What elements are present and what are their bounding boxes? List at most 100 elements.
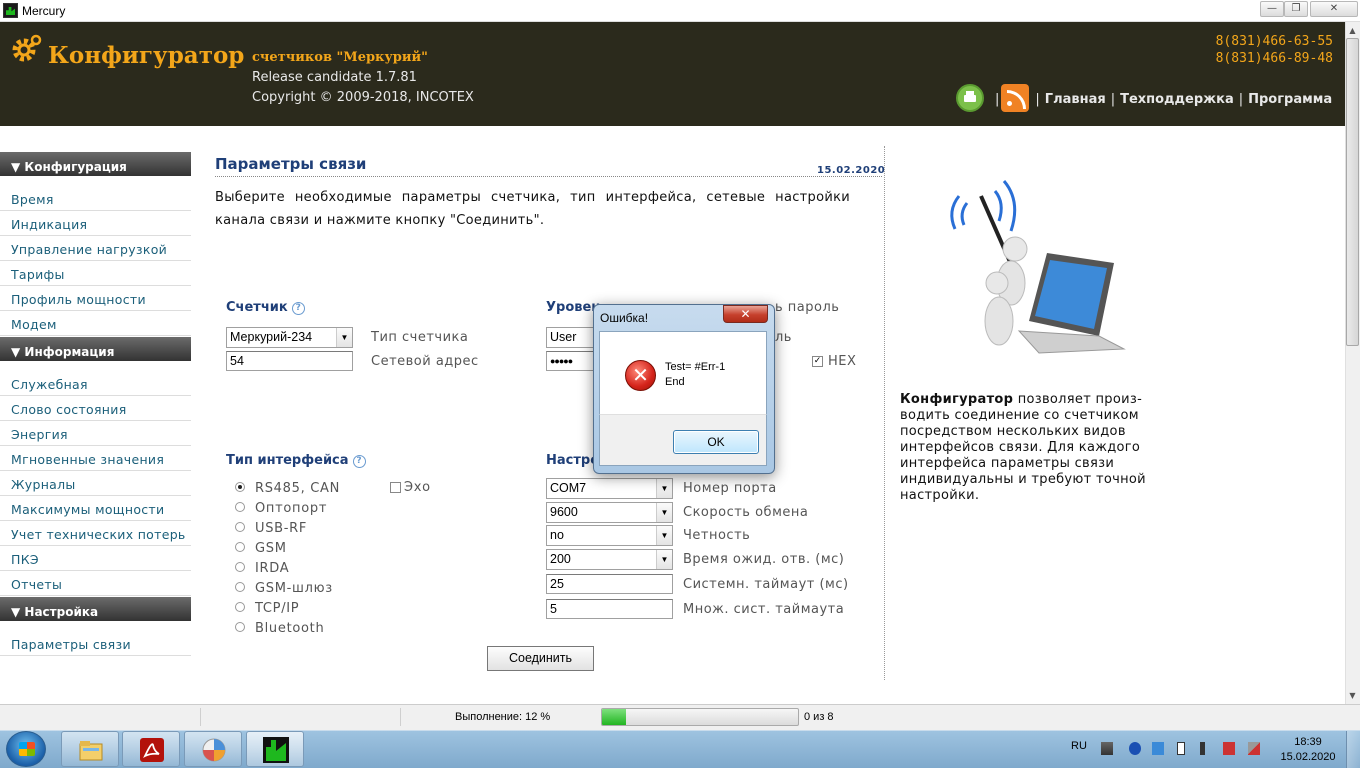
nav-link-program[interactable]: Программа [1248,92,1332,107]
volume-icon[interactable] [1200,742,1212,755]
sidebar-item-modem[interactable]: Модем [0,311,191,336]
nav-link-main[interactable]: Главная [1045,92,1106,107]
response-timeout-select[interactable]: 200 ▼ [546,549,673,570]
chevron-down-icon: ▼ [656,479,672,498]
system-timeout-input[interactable]: 25 [546,574,673,594]
battery-icon[interactable] [1177,742,1185,755]
taskbar-control-panel[interactable] [184,731,242,767]
radio-usb-rf[interactable] [235,522,245,532]
sidebar-item-reports[interactable]: Отчеты [0,571,191,596]
bluetooth-icon[interactable] [1129,742,1141,755]
radio-bluetooth[interactable] [235,622,245,632]
timeout-multiplier-input[interactable]: 5 [546,599,673,619]
help-icon[interactable]: ? [291,302,305,315]
dialog-close-button[interactable]: ✕ [723,305,768,323]
device-icon[interactable] [1152,742,1164,755]
dialog-title: Ошибка! [600,311,649,325]
sidebar-item-power-max[interactable]: Максимумы мощности [0,496,191,521]
network-address-input[interactable]: 54 [226,351,353,371]
radio-rs485[interactable] [235,482,245,492]
help-icon[interactable]: ? [352,455,366,468]
channel-settings-group-label: Настро [546,453,600,468]
sidebar-item-instant-values[interactable]: Мгновенные значения [0,446,191,471]
meter-type-select[interactable]: Меркурий-234 ▼ [226,327,353,348]
sidebar-item-tech-losses[interactable]: Учет технических потерь [0,521,191,546]
print-icon[interactable] [956,84,984,112]
ok-button[interactable]: OK [673,430,759,454]
radio-tcp-ip[interactable] [235,602,245,612]
network-status-icon[interactable] [1248,742,1260,755]
sidebar-item-service[interactable]: Служебная [0,371,191,396]
dialog-message-line: Test= #Err-1 [665,361,726,373]
sidebar-item-energy[interactable]: Энергия [0,421,191,446]
radio-optoport[interactable] [235,502,245,512]
connect-button[interactable]: Соединить [487,646,594,671]
sidebar-item-power-profile[interactable]: Профиль мощности [0,286,191,311]
nav-separator: | [995,92,1000,107]
maximize-button[interactable]: ❐ [1284,1,1308,17]
sidebar-item-pke[interactable]: ПКЭ [0,546,191,571]
hex-checkbox[interactable]: ✓ [812,356,823,367]
scrollbar-thumb[interactable] [1346,38,1359,346]
response-timeout-label: Время ожид. отв. (мс) [683,552,845,567]
start-button[interactable] [6,731,46,767]
taskbar-pdf-reader[interactable] [122,731,180,767]
show-desktop-button[interactable] [1346,731,1360,768]
radio-irda[interactable] [235,562,245,572]
sidebar-item-logs[interactable]: Журналы [0,471,191,496]
access-level-label: ль [775,330,792,345]
side-description-text: позволяет произ-водить соединение со сче… [900,392,1146,503]
minimize-button[interactable]: — [1260,1,1284,17]
scroll-up-icon[interactable]: ▲ [1346,23,1359,38]
system-timeout-label: Системн. таймаут (мс) [683,577,849,592]
radio-label-gsm: GSM [255,541,287,556]
taskbar-explorer[interactable] [61,731,119,767]
sidebar-item-tariffs[interactable]: Тарифы [0,261,191,286]
pdf-reader-icon [140,738,164,762]
chevron-down-icon: ▼ [336,328,352,347]
progress-bar [601,708,799,726]
interface-group-label: Тип интерфейса? [226,453,366,468]
window-title: Mercury [22,4,66,18]
sidebar-item-status-word[interactable]: Слово состояния [0,396,191,421]
nav-link-support[interactable]: Техподдержка [1120,92,1234,107]
interface-group-text: Тип интерфейса [226,453,349,468]
sidebar-item-indication[interactable]: Индикация [0,211,191,236]
sidebar-section-config[interactable]: ▼ Конфигурация [0,152,191,176]
sidebar-item-connection-params[interactable]: Параметры связи [0,631,191,656]
sidebar-item-time[interactable]: Время [0,186,191,211]
echo-label: Эхо [404,480,431,495]
action-center-icon[interactable] [1223,742,1235,755]
taskbar-mercury[interactable] [246,731,304,767]
access-level-select[interactable]: User [546,327,596,348]
port-number-value: COM7 [550,481,587,495]
sidebar-section-info[interactable]: ▼ Информация [0,337,191,361]
radio-gsm[interactable] [235,542,245,552]
port-number-label: Номер порта [683,481,777,496]
status-divider [400,708,401,726]
scroll-down-icon[interactable]: ▼ [1346,688,1359,703]
clock[interactable]: 18:39 15.02.2020 [1278,735,1338,765]
sidebar-section-settings[interactable]: ▼ Настройка [0,597,191,621]
progress-count: 0 из 8 [804,711,834,723]
app-header [0,22,1345,126]
baud-rate-select[interactable]: 9600 ▼ [546,502,673,523]
radio-gsm-gateway[interactable] [235,582,245,592]
parity-value: no [550,528,564,542]
clock-time: 18:39 [1294,736,1322,748]
phone-number-1: 8(831)466-63-55 [1215,34,1333,49]
close-window-button[interactable]: ✕ [1310,1,1358,17]
port-number-select[interactable]: COM7 ▼ [546,478,673,499]
sidebar-item-load-control[interactable]: Управление нагрузкой [0,236,191,261]
radio-label-tcp-ip: TCP/IP [255,601,300,616]
parity-select[interactable]: no ▼ [546,525,673,546]
nav-separator: | [1035,92,1040,107]
password-input[interactable]: ●●●●● [546,351,596,371]
app-subtitle: счетчиков "Меркурий" [252,50,428,65]
network-icon[interactable] [1101,742,1113,755]
hex-label: HEX [828,354,857,369]
echo-checkbox[interactable] [390,482,401,493]
clock-date: 15.02.2020 [1280,751,1336,763]
language-indicator[interactable]: RU [1071,740,1087,752]
illustration-image [929,171,1131,373]
